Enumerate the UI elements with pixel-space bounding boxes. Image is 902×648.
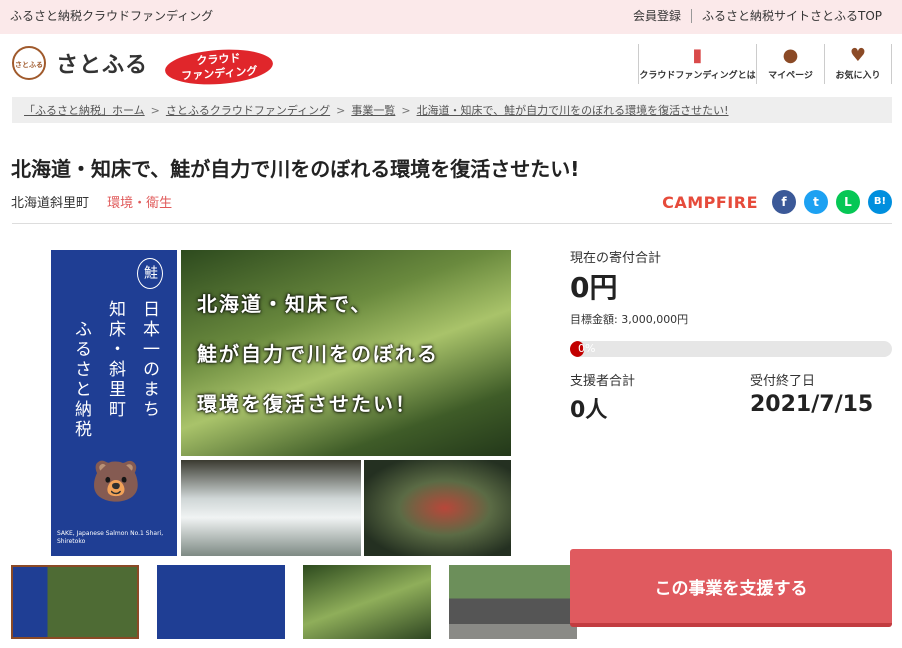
thumbnail-1[interactable] [11,565,139,639]
breadcrumb-arrow: > [150,104,160,117]
share-bar: CAMPFIRE f t L B! [662,190,892,214]
book-icon: ▮ [692,45,703,66]
person-icon: ● [782,45,799,66]
header: さとふる さとふる クラウド ファンディング ▮ クラウドファンディングとは ●… [0,34,902,96]
hero-blue-panel: 鮭 日本一のまち 知床・斜里町 ふるさと納税 🐻 SAKE, Japanese … [51,250,177,556]
heart-icon: ♥ [849,45,867,66]
campfire-logo[interactable]: CAMPFIRE [662,193,758,212]
project-place: 北海道斜里町 [11,196,90,211]
satofull-top-link[interactable]: ふるさと納税サイトさとふるTOP [692,7,892,24]
facebook-share-icon[interactable]: f [772,190,796,214]
logo-mark: さとふる [12,46,46,80]
nav-about-label: クラウドファンディングとは [639,71,756,81]
hero-kanji: 鮭 [137,258,163,289]
line-share-icon[interactable]: L [836,190,860,214]
thumbnail-4[interactable] [449,565,577,639]
support-project-button[interactable]: この事業を支援する [570,549,892,627]
breadcrumb-arrow: > [336,104,346,117]
header-nav: ▮ クラウドファンディングとは ● マイページ ♥ お気に入り [638,44,892,84]
total-donation-label: 現在の寄付合計 [570,251,662,266]
deadline-value: 2021/7/15 [750,392,874,417]
crowdfunding-badge[interactable]: クラウド ファンディング [163,46,275,88]
project-category[interactable]: 環境・衛生 [107,196,172,211]
bear-salmon-illustration: 🐻 [91,459,141,505]
progress-percent: 0% [578,342,596,355]
main-image: 鮭 日本一のまち 知床・斜里町 ふるさと納税 🐻 SAKE, Japanese … [51,250,511,556]
nav-mypage-label: マイページ [768,71,813,81]
nav-about-crowdfunding[interactable]: ▮ クラウドファンディングとは [638,44,756,84]
supporters-value: 0人 [570,398,608,423]
divider [12,223,892,224]
satofull-logo[interactable]: さとふる さとふる [12,46,148,80]
site-title[interactable]: ふるさと納税クラウドファンディング [10,7,213,24]
total-donation-value: 0円 [570,271,618,304]
logo-mark-text: さとふる [15,61,43,69]
top-links: 会員登録 ふるさと納税サイトさとふるTOP [623,7,892,24]
project-meta: 北海道斜里町 環境・衛生 [11,192,172,211]
nav-favorites-label: お気に入り [835,71,881,81]
hero-line2: 知床・斜里町 [105,300,125,420]
breadcrumb: 「ふるさと納税」ホーム > さとふるクラウドファンディング > 事業一覧 > 北海道・知床で… [12,97,892,123]
twitter-share-icon[interactable]: t [804,190,828,214]
top-bar: ふるさと納税クラウドファンディング 会員登録 ふるさと納税サイトさとふるTOP [0,0,902,34]
nav-favorites[interactable]: ♥ お気に入り [824,44,892,84]
hero-overlay-1: 北海道・知床で、 [197,292,373,316]
hatena-share-icon[interactable]: B! [868,190,892,214]
salmon-photo [364,460,511,556]
register-link[interactable]: 会員登録 [623,7,691,24]
breadcrumb-current[interactable]: 北海道・知床で、鮭が自力で川をのぼれる環境を復活させたい! [417,104,729,117]
hero-line1: 日本一のまち [139,300,159,420]
breadcrumb-arrow: > [401,104,411,117]
thumbnail-3[interactable] [303,565,431,639]
goal-amount: 目標金額: 3,000,000円 [570,313,689,326]
hero-overlay-2: 鮭が自力で川をのぼれる [197,342,439,366]
hero-small-text: SAKE, Japanese Salmon No.1 Shari, Shiret… [57,530,164,545]
nav-mypage[interactable]: ● マイページ [756,44,824,84]
waterfall-photo [181,460,361,556]
thumbnail-strip [11,565,577,639]
page-title: 北海道・知床で、鮭が自力で川をのぼれる環境を復活させたい! [11,157,580,181]
hero-overlay-3: 環境を復活させたい！ [197,392,417,416]
deadline-label: 受付終了日 [750,374,816,389]
breadcrumb-home[interactable]: 「ふるさと納税」ホーム [24,104,145,117]
forest-photo: 北海道・知床で、 鮭が自力で川をのぼれる 環境を復活させたい！ [181,250,511,456]
logo-text: さとふる [56,53,149,78]
breadcrumb-crowdfunding[interactable]: さとふるクラウドファンディング [166,104,330,117]
breadcrumb-project-list[interactable]: 事業一覧 [351,104,395,117]
supporters-label: 支援者合計 [570,374,636,389]
progress-bar: 0% [570,341,892,357]
thumbnail-2[interactable] [157,565,285,639]
hero-line3: ふるさと納税 [71,320,91,440]
